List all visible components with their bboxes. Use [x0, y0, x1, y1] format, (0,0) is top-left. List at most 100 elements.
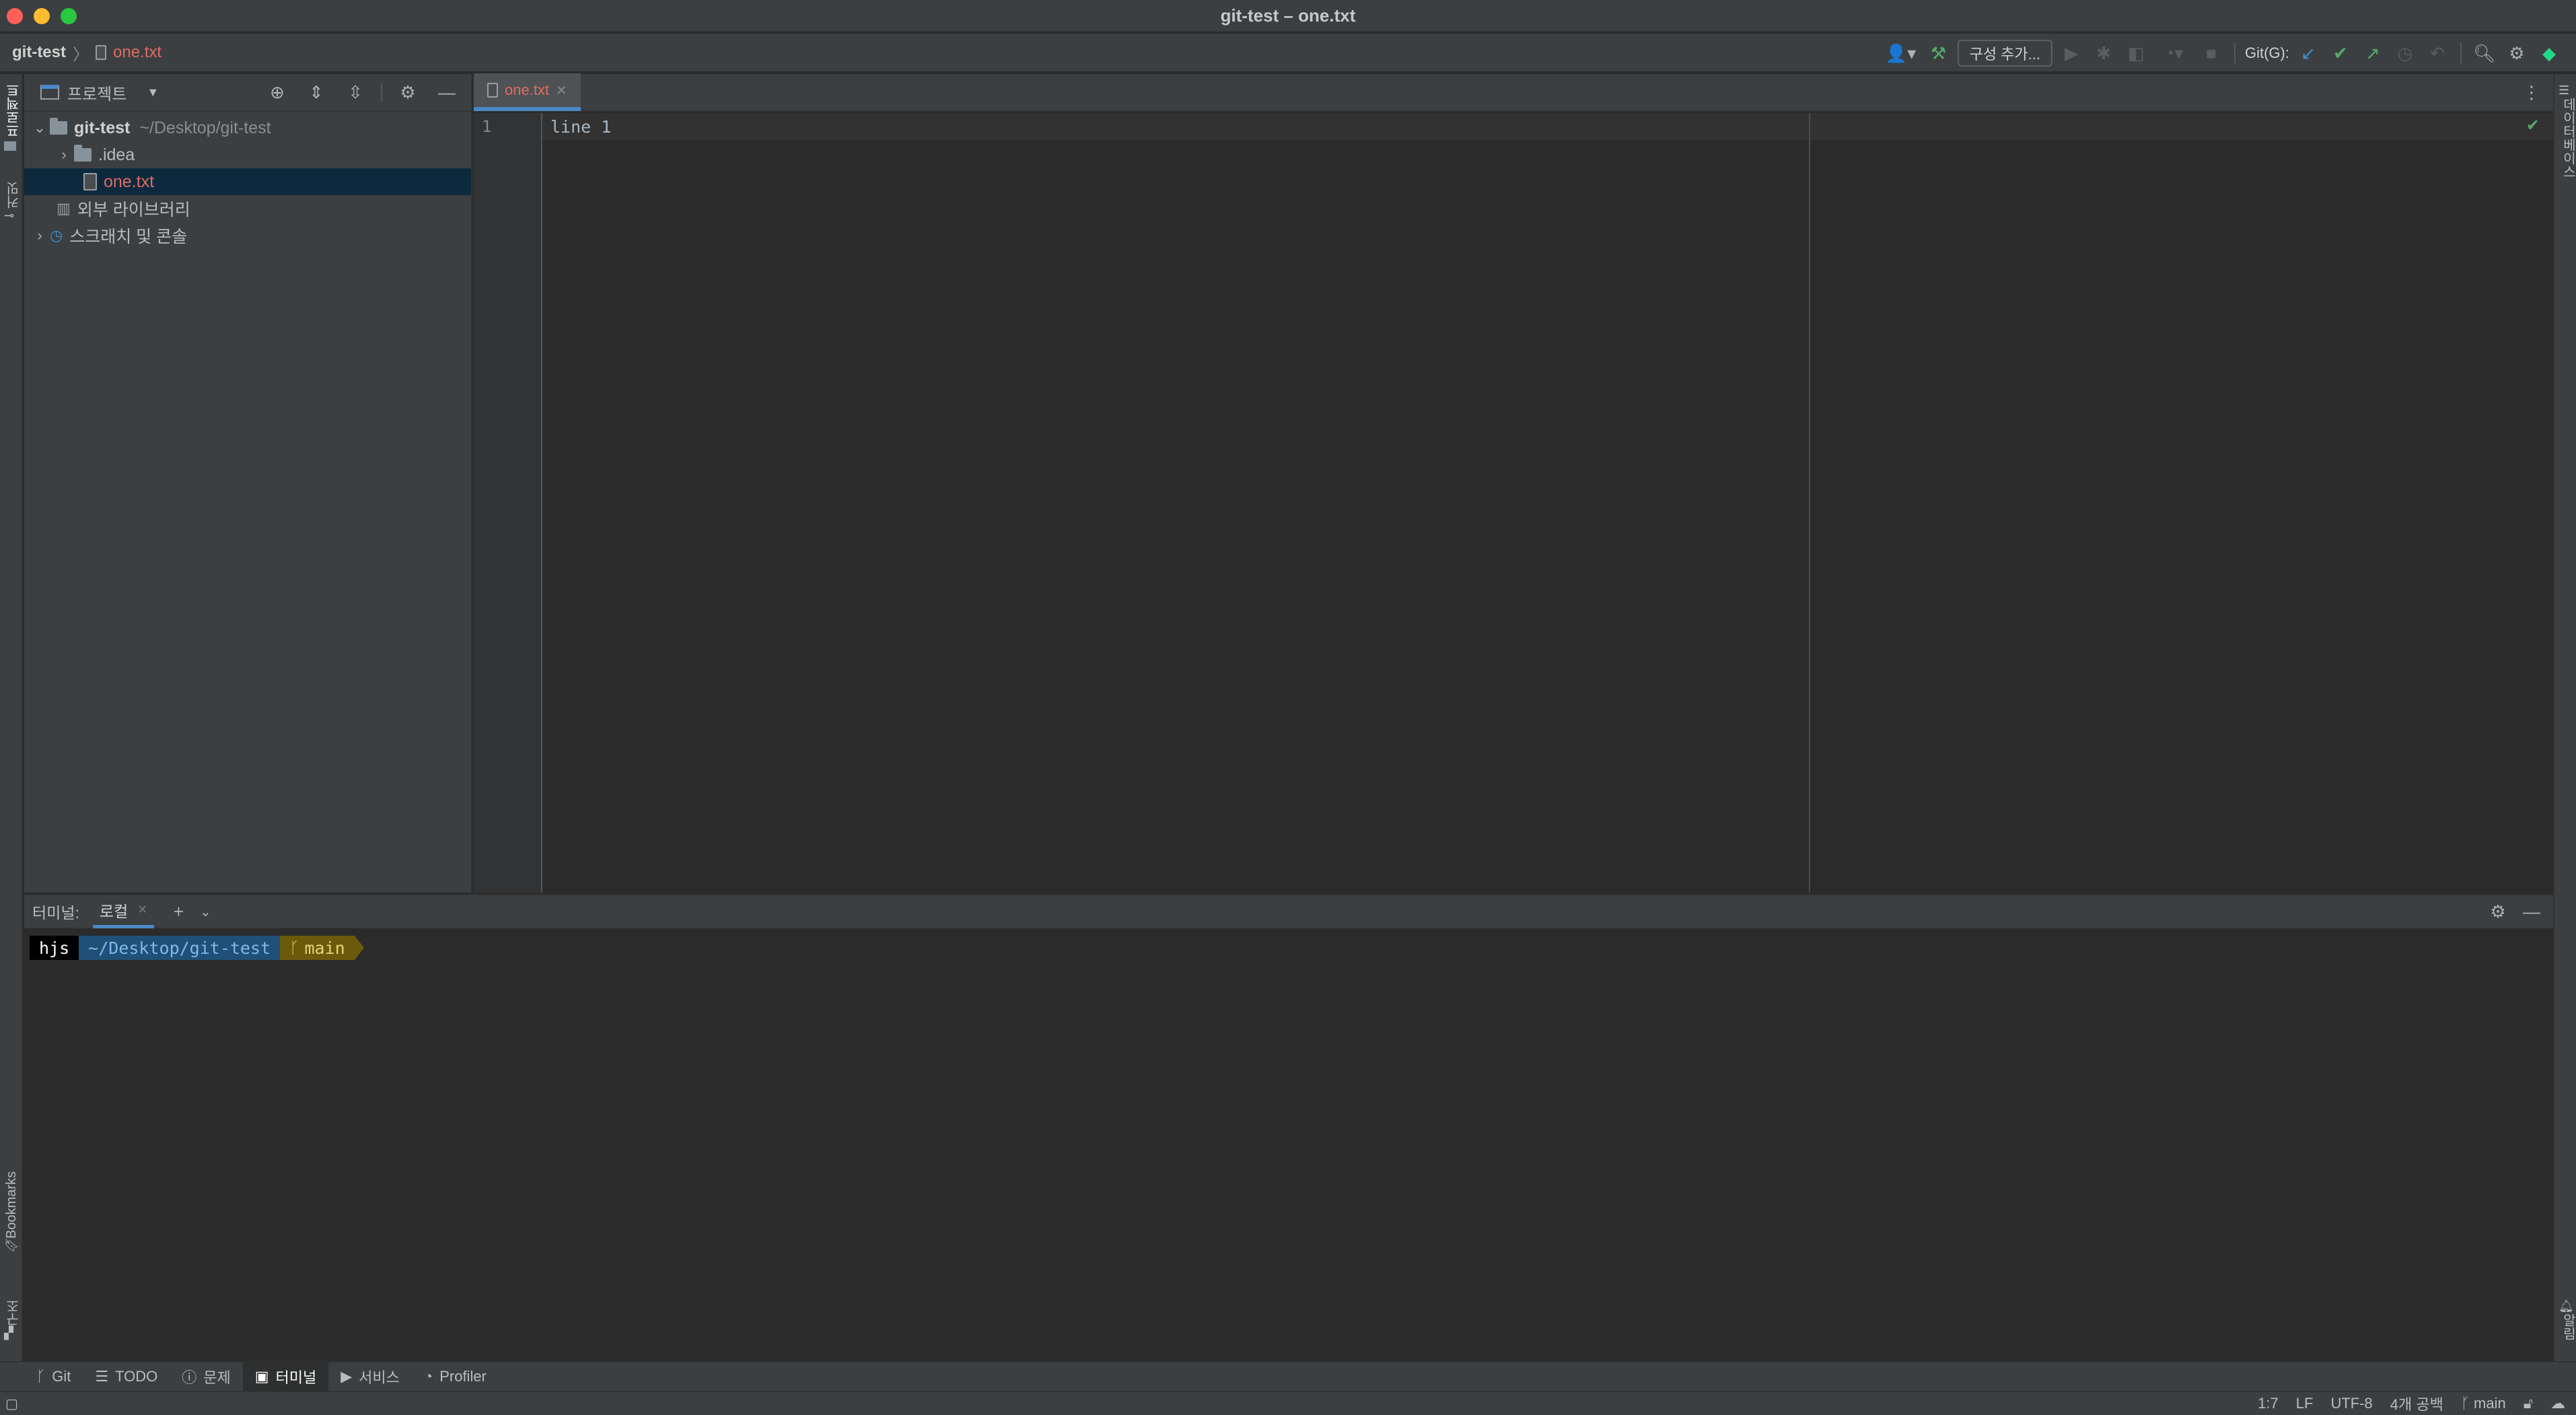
text-file-icon: [83, 173, 97, 191]
text-file-icon: [487, 83, 498, 98]
terminal-tab-local[interactable]: 로컬 ✕: [92, 895, 155, 928]
settings-gear-icon[interactable]: ⚙: [2484, 898, 2511, 925]
terminal-actions: ⚙ —: [2484, 898, 2553, 925]
breadcrumb-project[interactable]: git-test: [12, 43, 66, 62]
debug-icon[interactable]: ✱: [2090, 40, 2117, 67]
chevron-down-icon[interactable]: ⌄: [30, 119, 50, 137]
project-view-icon: [40, 85, 59, 100]
toolbar-divider: [381, 83, 382, 102]
tool-label: 터미널: [275, 1369, 317, 1386]
tree-item-external-libraries[interactable]: ▥ 외부 라이브러리: [24, 195, 471, 222]
stop-icon[interactable]: ■: [2198, 40, 2225, 67]
git-branch-icon: ᚴ: [289, 938, 299, 957]
chevron-right-icon[interactable]: ›: [54, 146, 74, 164]
git-branch-icon: ᚴ: [36, 1368, 46, 1385]
code-editor[interactable]: 1 line 1 ✔: [474, 113, 2553, 893]
close-tab-icon[interactable]: ✕: [556, 82, 567, 99]
terminal-prompt: hjs ~/Desktop/git-test ᚴ main: [30, 936, 364, 960]
search-icon[interactable]: 🔍︎: [2471, 40, 2498, 67]
tree-item-idea[interactable]: › .idea: [24, 141, 471, 168]
locate-target-icon[interactable]: ⊕: [264, 79, 291, 106]
line-number-gutter: 1: [474, 113, 542, 893]
notifications-tool-tab[interactable]: 🔔︎ 알림: [2559, 1299, 2576, 1340]
terminal-tab-label: 로컬: [99, 902, 129, 920]
git-history-icon[interactable]: ◷: [2392, 40, 2419, 67]
tree-item-label: 외부 라이브러리: [77, 201, 190, 219]
add-tab-icon[interactable]: +: [165, 898, 192, 925]
terminal-tool-button[interactable]: ▣ 터미널: [242, 1362, 329, 1391]
tool-window-bar: ᚴ Git ☰ TODO ⓘ 문제 ▣ 터미널 ▶ 서비스 ◔ Profiler: [0, 1361, 2576, 1391]
editor-tab-one-txt[interactable]: one.txt ✕: [474, 73, 581, 111]
user-dropdown-icon[interactable]: 👤▾: [1882, 40, 1920, 67]
bell-icon: 🔔︎: [2559, 1299, 2574, 1313]
editor-tab-label: one.txt: [505, 81, 550, 98]
no-problems-check-icon[interactable]: ✔: [2526, 116, 2540, 135]
chevron-down-icon[interactable]: ▼: [147, 85, 159, 100]
profiler-tool-button[interactable]: ◔ Profiler: [412, 1362, 499, 1391]
breadcrumb-file[interactable]: one.txt: [113, 43, 162, 62]
terminal-console[interactable]: hjs ~/Desktop/git-test ᚴ main: [24, 929, 2553, 1360]
project-panel-actions: ⊕ ⇕ ⇳ ⚙ —: [264, 79, 471, 106]
close-tab-icon[interactable]: ✕: [137, 903, 147, 917]
indent-setting[interactable]: 4개 공백: [2390, 1393, 2443, 1414]
minimize-panel-icon[interactable]: —: [2518, 898, 2545, 925]
bookmarks-tool-tab[interactable]: Bookmarks 🔖︎: [4, 1171, 20, 1253]
tool-label: TODO: [115, 1368, 158, 1385]
run-icon[interactable]: ▶: [2058, 40, 2085, 67]
project-tool-tab-label: 프로젝트: [7, 83, 22, 137]
prompt-end-arrow: [354, 936, 364, 960]
terminal-label: 터미널:: [32, 904, 79, 922]
right-tool-stripe: ☰ 데이터베이스 🔔︎ 알림: [2553, 74, 2576, 1397]
title-bar: git-test – one.txt: [0, 0, 2576, 32]
text-file-icon: [96, 45, 106, 60]
chevron-down-icon[interactable]: ⌄: [192, 898, 219, 925]
editor-tab-bar: one.txt ✕ ⋮: [474, 73, 2553, 112]
structure-tool-tab-label: 구조: [7, 1299, 22, 1326]
add-configuration-button[interactable]: 구성 추가...: [1957, 40, 2052, 67]
git-push-icon[interactable]: ↗: [2359, 40, 2386, 67]
line-separator[interactable]: LF: [2296, 1395, 2314, 1412]
minimize-panel-icon[interactable]: —: [433, 79, 460, 106]
panel-toggle-icon[interactable]: ▢: [5, 1395, 18, 1412]
code-with-me-icon[interactable]: ◆: [2536, 40, 2563, 67]
prompt-branch-label: main: [304, 938, 345, 958]
git-tool-button[interactable]: ᚴ Git: [24, 1362, 83, 1391]
database-tool-tab[interactable]: ☰ 데이터베이스: [2559, 83, 2576, 178]
git-branch-widget[interactable]: ᚴ main: [2461, 1395, 2506, 1412]
chevron-right-icon[interactable]: ›: [30, 227, 50, 244]
right-margin-guide: [1809, 113, 1810, 893]
lock-icon[interactable]: 🔓︎: [2524, 1395, 2533, 1412]
expand-all-icon[interactable]: ⇕: [303, 79, 330, 106]
collapse-all-icon[interactable]: ⇳: [342, 79, 369, 106]
coverage-icon[interactable]: ◧: [2122, 40, 2149, 67]
tree-item-git-test[interactable]: ⌄ git-test ~/Desktop/git-test: [24, 114, 471, 141]
project-panel: 프로젝트 ▼ ⊕ ⇕ ⇳ ⚙ — ⌄ git-test ~/Desktop/gi…: [24, 74, 472, 893]
caret-position[interactable]: 1:7: [2258, 1395, 2279, 1412]
todo-tool-button[interactable]: ☰ TODO: [83, 1362, 170, 1391]
git-commit-icon[interactable]: ✔: [2327, 40, 2354, 67]
git-update-icon[interactable]: ↙: [2295, 40, 2322, 67]
tree-item-label: .idea: [98, 145, 135, 164]
folder-icon: [4, 141, 16, 151]
git-rollback-icon[interactable]: ↶: [2424, 40, 2451, 67]
file-encoding[interactable]: UTF-8: [2330, 1395, 2372, 1412]
commit-tool-tab-label: 커밋: [7, 182, 22, 209]
more-options-icon[interactable]: ⋮: [2518, 79, 2545, 106]
breadcrumb: git-test 〉 one.txt: [12, 41, 162, 65]
bookmarks-tool-tab-label: Bookmarks: [4, 1171, 19, 1239]
breadcrumb-separator: 〉: [73, 45, 89, 64]
project-view-selector[interactable]: 프로젝트: [67, 81, 127, 104]
status-widgets: 1:7 LF UTF-8 4개 공백 ᚴ main 🔓︎ ☁: [2258, 1393, 2576, 1414]
database-tool-tab-label: 데이터베이스: [2561, 98, 2575, 178]
tree-item-one-txt[interactable]: one.txt: [24, 168, 471, 195]
settings-gear-icon[interactable]: ⚙: [2503, 40, 2530, 67]
profile-dropdown-icon[interactable]: ◔▾: [2155, 40, 2192, 67]
tree-item-scratches[interactable]: › ◷ 스크래치 및 콘솔: [24, 222, 471, 249]
status-bar: ▢ 1:7 LF UTF-8 4개 공백 ᚴ main 🔓︎ ☁: [0, 1391, 2576, 1415]
terminal-header: 터미널: 로컬 ✕ + ⌄ ⚙ —: [24, 894, 2553, 929]
problems-tool-button[interactable]: ⓘ 문제: [170, 1362, 243, 1391]
build-hammer-icon[interactable]: ⚒: [1925, 40, 1952, 67]
services-tool-button[interactable]: ▶ 서비스: [328, 1362, 412, 1391]
memory-indicator-icon[interactable]: ☁: [2550, 1395, 2565, 1412]
settings-gear-icon[interactable]: ⚙: [394, 79, 421, 106]
